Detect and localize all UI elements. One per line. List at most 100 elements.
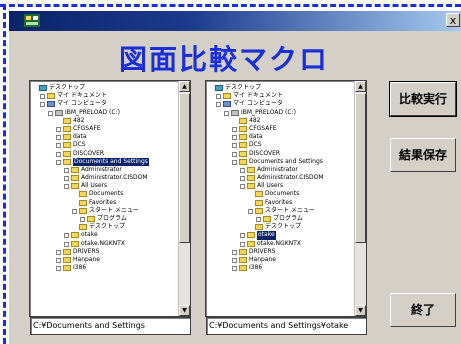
tree-item[interactable]: DISCOVER: [208, 150, 353, 158]
tree-item[interactable]: Administrator: [208, 166, 353, 174]
right-tree-scrollbar[interactable]: ▲ ▼: [354, 81, 366, 316]
expand-toggle-icon[interactable]: [56, 159, 61, 165]
tree-item[interactable]: プログラム: [32, 215, 177, 223]
expand-toggle-icon[interactable]: [48, 110, 53, 116]
tree-item[interactable]: スタート メニュー: [32, 207, 177, 215]
scroll-thumb[interactable]: [179, 93, 190, 243]
tree-item[interactable]: DISCOVER: [32, 150, 177, 158]
expand-toggle-icon[interactable]: [232, 126, 237, 132]
expand-toggle-icon[interactable]: [240, 233, 245, 239]
tree-item[interactable]: デスクトップ: [208, 223, 353, 231]
tree-item[interactable]: I386: [208, 264, 353, 272]
tree-item-label: IBM_PRELOAD (C:): [65, 108, 120, 116]
tree-item[interactable]: Administrator.CISDOM: [32, 174, 177, 182]
expand-toggle-icon[interactable]: [56, 151, 61, 157]
left-path-field[interactable]: C:¥Documents and Settings: [30, 317, 191, 335]
tree-item[interactable]: 482: [32, 117, 177, 125]
expand-toggle-icon[interactable]: [80, 217, 85, 222]
expand-toggle-icon[interactable]: [232, 159, 237, 165]
tree-item[interactable]: IBM_PRELOAD (C:): [32, 109, 177, 117]
tree-item[interactable]: マイ コンピュータ: [208, 100, 353, 108]
tree-item[interactable]: Administrator: [32, 166, 177, 174]
expand-toggle-icon[interactable]: [56, 266, 61, 272]
expand-toggle-icon[interactable]: [40, 102, 45, 108]
tree-item[interactable]: All Users: [32, 182, 177, 190]
tree-item[interactable]: Documents and Settings: [32, 157, 177, 166]
tree-item[interactable]: 482: [208, 117, 353, 125]
left-folder-tree[interactable]: デスクトップ マイ ドキュメント マイ コンピュータ IBM_PRELOAD (C:)…: [29, 80, 191, 317]
tree-item[interactable]: CFGSAFE: [32, 125, 177, 133]
tree-item[interactable]: DRIVERS: [208, 248, 353, 256]
desk-icon: [215, 85, 223, 91]
expand-toggle-icon[interactable]: [240, 184, 245, 190]
expand-toggle-icon[interactable]: [64, 233, 69, 239]
expand-toggle-icon[interactable]: [256, 217, 261, 222]
expand-toggle-icon[interactable]: [64, 167, 69, 173]
tree-item[interactable]: IBM_PRELOAD (C:): [208, 109, 353, 117]
tree-item[interactable]: デスクトップ: [32, 223, 177, 231]
expand-toggle-icon[interactable]: [224, 110, 229, 116]
expand-toggle-icon[interactable]: [64, 176, 69, 182]
tree-item[interactable]: Administrator.CISDOM: [208, 174, 353, 182]
tree-item[interactable]: I386: [32, 264, 177, 272]
expand-toggle-icon[interactable]: [216, 94, 221, 100]
expand-toggle-icon[interactable]: [232, 266, 237, 272]
right-path-field[interactable]: C:¥Documents and Settings¥otake: [206, 317, 367, 335]
tree-item[interactable]: otake.NGKNTX: [208, 240, 353, 248]
expand-toggle-icon[interactable]: [232, 257, 237, 263]
expand-toggle-icon[interactable]: [216, 102, 221, 108]
expand-toggle-icon[interactable]: [64, 241, 69, 247]
tree-item[interactable]: Hanpane: [32, 256, 177, 264]
exit-button[interactable]: 終了: [390, 293, 456, 327]
expand-toggle-icon[interactable]: [232, 249, 237, 255]
title-bar[interactable]: x: [9, 11, 461, 31]
compare-button[interactable]: 比較実行: [389, 81, 457, 117]
left-tree-scrollbar[interactable]: ▲ ▼: [178, 81, 190, 316]
expand-toggle-icon[interactable]: [240, 241, 245, 247]
right-folder-tree[interactable]: デスクトップ マイ ドキュメント マイ コンピュータ IBM_PRELOAD (C:)…: [205, 80, 367, 317]
expand-toggle-icon[interactable]: [56, 135, 61, 141]
scroll-down-arrow-icon[interactable]: ▼: [355, 305, 366, 316]
close-button[interactable]: x: [446, 13, 460, 27]
expand-toggle-icon[interactable]: [232, 135, 237, 141]
expand-toggle-icon[interactable]: [56, 249, 61, 255]
expand-toggle-icon[interactable]: [40, 94, 45, 100]
scroll-up-arrow-icon[interactable]: ▲: [179, 81, 190, 92]
tree-item[interactable]: data: [208, 133, 353, 141]
tree-item[interactable]: Documents: [32, 190, 177, 198]
tree-item[interactable]: CFGSAFE: [208, 125, 353, 133]
expand-toggle-icon[interactable]: [56, 126, 61, 132]
tree-item[interactable]: Documents and Settings: [208, 158, 353, 166]
tree-item[interactable]: Favorites: [32, 199, 177, 207]
expand-toggle-icon[interactable]: [248, 208, 253, 214]
expand-toggle-icon[interactable]: [56, 143, 61, 149]
tree-item-label: Hanpane: [73, 255, 100, 263]
save-results-button[interactable]: 結果保存: [390, 138, 456, 172]
tree-item[interactable]: otake: [32, 231, 177, 239]
tree-item[interactable]: Favorites: [208, 199, 353, 207]
tree-item[interactable]: デスクトップ: [208, 84, 353, 92]
tree-item[interactable]: DRIVERS: [32, 248, 177, 256]
tree-item[interactable]: All Users: [208, 182, 353, 190]
expand-toggle-icon[interactable]: [240, 167, 245, 173]
tree-item[interactable]: スタート メニュー: [208, 207, 353, 215]
expand-toggle-icon[interactable]: [240, 176, 245, 182]
scroll-up-arrow-icon[interactable]: ▲: [355, 81, 366, 92]
expand-toggle-icon[interactable]: [232, 151, 237, 157]
tree-item[interactable]: Hanpane: [208, 256, 353, 264]
expand-toggle-icon[interactable]: [72, 208, 77, 214]
tree-item[interactable]: Documents: [208, 190, 353, 198]
scroll-thumb[interactable]: [355, 93, 366, 243]
tree-item[interactable]: デスクトップ: [32, 84, 177, 92]
tree-item[interactable]: マイ コンピュータ: [32, 100, 177, 108]
tree-item[interactable]: DCS: [32, 141, 177, 149]
tree-item[interactable]: DCS: [208, 141, 353, 149]
expand-toggle-icon[interactable]: [64, 184, 69, 190]
tree-item[interactable]: プログラム: [208, 215, 353, 223]
tree-item[interactable]: otake.NGKNTX: [32, 240, 177, 248]
tree-item[interactable]: data: [32, 133, 177, 141]
expand-toggle-icon[interactable]: [232, 143, 237, 149]
expand-toggle-icon[interactable]: [56, 257, 61, 263]
scroll-down-arrow-icon[interactable]: ▼: [179, 305, 190, 316]
tree-item[interactable]: otake: [208, 231, 353, 240]
